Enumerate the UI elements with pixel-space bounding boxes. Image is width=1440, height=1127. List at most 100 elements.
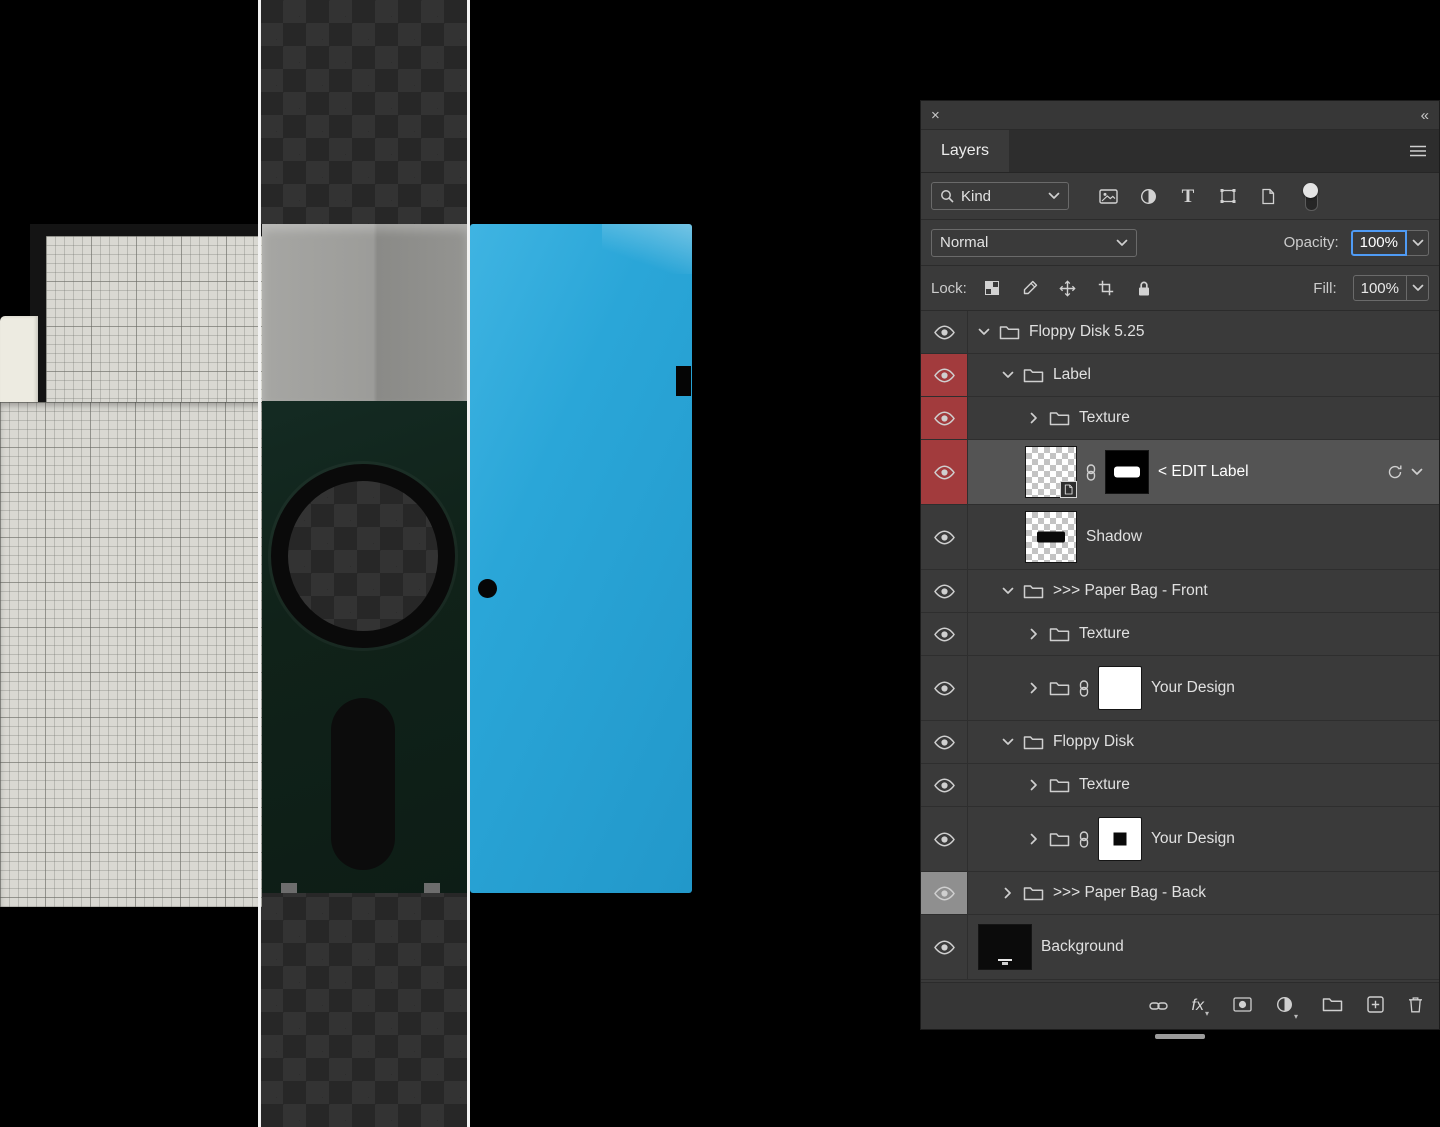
layer-name[interactable]: Texture [1079, 409, 1130, 427]
mask-link-icon[interactable] [1079, 831, 1089, 848]
chevron-down-icon[interactable] [1411, 468, 1423, 476]
layer-name[interactable]: Background [1041, 938, 1124, 956]
layer-name[interactable]: < EDIT Label [1158, 463, 1249, 481]
trash-icon [1408, 996, 1423, 1013]
chevron-down-icon [1412, 284, 1424, 292]
lock-artboard-button[interactable] [1093, 280, 1119, 296]
chevron-right-icon[interactable] [1030, 833, 1038, 845]
mask-thumbnail[interactable] [1105, 450, 1149, 494]
filter-pixel-layers-button[interactable] [1095, 189, 1121, 204]
chevron-right-icon[interactable] [1004, 887, 1012, 899]
layer-name[interactable]: Texture [1079, 625, 1130, 643]
layer-name[interactable]: Texture [1079, 776, 1130, 794]
visibility-toggle[interactable] [921, 872, 968, 914]
fill-input[interactable]: 100% [1353, 275, 1407, 301]
chevron-down-icon[interactable] [1002, 587, 1014, 595]
layer-row-your-design-floppy[interactable]: Your Design [921, 807, 1439, 872]
new-layer-button[interactable] [1367, 996, 1384, 1017]
chevron-down-icon[interactable] [1002, 371, 1014, 379]
layer-name[interactable]: >>> Paper Bag - Front [1053, 582, 1208, 600]
visibility-toggle[interactable] [921, 721, 968, 763]
fill-slider-button[interactable] [1407, 275, 1429, 301]
chevron-down-icon[interactable] [978, 328, 990, 336]
blend-mode-dropdown[interactable]: Normal [931, 229, 1137, 257]
layer-row-your-design-bag[interactable]: Your Design [921, 656, 1439, 721]
lock-transparency-button[interactable] [979, 280, 1005, 296]
visibility-toggle[interactable] [921, 807, 968, 871]
panel-resize-handle[interactable] [1155, 1034, 1205, 1039]
layer-row-texture-floppy[interactable]: Texture [921, 764, 1439, 807]
mask-link-icon[interactable] [1079, 680, 1089, 697]
new-group-button[interactable] [1322, 996, 1343, 1016]
layer-style-button[interactable]: fx▾ [1192, 997, 1209, 1015]
layer-name[interactable]: Shadow [1086, 528, 1142, 546]
visibility-toggle[interactable] [921, 311, 968, 353]
index-hole [478, 579, 497, 598]
layer-name[interactable]: >>> Paper Bag - Back [1053, 884, 1206, 902]
lock-position-button[interactable] [1055, 280, 1081, 297]
visibility-toggle[interactable] [921, 397, 968, 439]
lock-label: Lock: [931, 280, 967, 297]
adjustment-layer-button[interactable]: ▾ [1276, 996, 1298, 1017]
layer-row-background[interactable]: Background [921, 915, 1439, 980]
layer-row-edit-label[interactable]: < EDIT Label [921, 440, 1439, 505]
filter-shape-layers-button[interactable] [1215, 188, 1241, 204]
mask-link-icon[interactable] [1086, 464, 1096, 481]
lock-all-button[interactable] [1131, 280, 1157, 297]
visibility-toggle[interactable] [921, 656, 968, 720]
chevron-right-icon[interactable] [1030, 412, 1038, 424]
adjustment-icon [1276, 996, 1293, 1013]
lock-pixels-button[interactable] [1017, 280, 1043, 296]
smart-object-refresh-icon[interactable] [1387, 464, 1403, 480]
tab-layers[interactable]: Layers [921, 130, 1009, 172]
layer-name[interactable]: Floppy Disk [1053, 733, 1134, 751]
opacity-input[interactable]: 100% [1351, 230, 1407, 256]
visibility-toggle[interactable] [921, 354, 968, 396]
layer-row-paper-bag-front[interactable]: >>> Paper Bag - Front [921, 570, 1439, 613]
guide-line-right [467, 0, 470, 1127]
chevron-right-icon[interactable] [1030, 682, 1038, 694]
layer-name[interactable]: Your Design [1151, 679, 1235, 697]
filter-type-layers-button[interactable]: T [1175, 187, 1201, 206]
chevron-right-icon[interactable] [1030, 779, 1038, 791]
layer-thumbnail[interactable] [1025, 511, 1077, 563]
layer-row-texture-bag-front[interactable]: Texture [921, 613, 1439, 656]
link-layers-button[interactable] [1149, 998, 1168, 1015]
layer-filter-toggle[interactable] [1303, 183, 1318, 210]
visibility-toggle[interactable] [921, 764, 968, 806]
layer-name[interactable]: Label [1053, 366, 1091, 384]
filter-adjustment-layers-button[interactable] [1135, 188, 1161, 205]
delete-layer-button[interactable] [1408, 996, 1423, 1017]
layer-thumbnail[interactable] [1025, 446, 1077, 498]
paper-bag-flap [0, 316, 38, 412]
folder-icon [1023, 734, 1044, 750]
add-layer-mask-button[interactable] [1233, 997, 1252, 1016]
layer-name[interactable]: Floppy Disk 5.25 [1029, 323, 1144, 341]
kind-filter-dropdown[interactable]: Kind [931, 182, 1069, 210]
layer-row-floppy-disk-525[interactable]: Floppy Disk 5.25 [921, 311, 1439, 354]
filter-smart-object-button[interactable] [1255, 188, 1281, 205]
layer-row-label[interactable]: Label [921, 354, 1439, 397]
visibility-toggle[interactable] [921, 440, 968, 504]
close-icon[interactable]: × [931, 108, 940, 123]
layer-name[interactable]: Your Design [1151, 830, 1235, 848]
visibility-toggle[interactable] [921, 613, 968, 655]
layer-row-shadow[interactable]: Shadow [921, 505, 1439, 570]
visibility-toggle[interactable] [921, 505, 968, 569]
layer-thumbnail[interactable] [978, 924, 1032, 970]
visibility-toggle[interactable] [921, 570, 968, 612]
eye-icon [933, 627, 956, 642]
chevron-down-icon[interactable] [1002, 738, 1014, 746]
mask-thumbnail[interactable] [1098, 666, 1142, 710]
layer-row-floppy-disk[interactable]: Floppy Disk [921, 721, 1439, 764]
panel-menu-icon[interactable] [1397, 130, 1439, 172]
layer-row-texture-label[interactable]: Texture [921, 397, 1439, 440]
eye-icon [933, 368, 956, 383]
type-icon: T [1182, 187, 1195, 206]
layer-row-paper-bag-back[interactable]: >>> Paper Bag - Back [921, 872, 1439, 915]
chevron-right-icon[interactable] [1030, 628, 1038, 640]
collapse-panel-icon[interactable]: « [1421, 108, 1429, 123]
visibility-toggle[interactable] [921, 915, 968, 979]
opacity-slider-button[interactable] [1407, 230, 1429, 256]
mask-thumbnail[interactable] [1098, 817, 1142, 861]
